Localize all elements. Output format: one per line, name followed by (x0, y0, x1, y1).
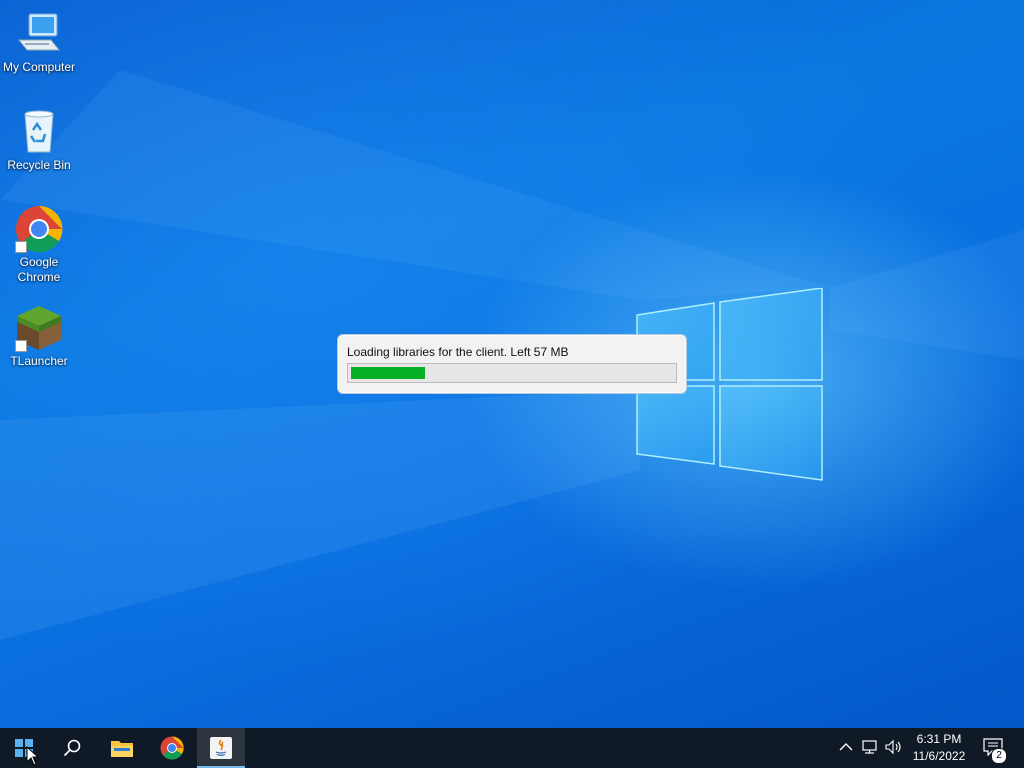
loading-message: Loading libraries for the client. Left 5… (347, 345, 569, 359)
notification-count-badge: 2 (991, 748, 1007, 764)
clock-time: 6:31 PM (916, 732, 962, 746)
shortcut-arrow-icon (15, 340, 27, 352)
desktop-icon-label: Google Chrome (17, 255, 61, 284)
desktop-icon-my-computer[interactable]: My Computer (1, 10, 77, 75)
desktop-icon-recycle-bin[interactable]: Recycle Bin (1, 108, 77, 173)
search-button[interactable] (48, 728, 96, 768)
taskbar-clock[interactable]: 6:31 PM 11/6/2022 (908, 731, 970, 765)
loading-dialog: Loading libraries for the client. Left 5… (337, 334, 687, 394)
desktop-icon-label: Recycle Bin (7, 158, 71, 172)
clock-date: 11/6/2022 (912, 749, 966, 763)
desktop-icon-label: TLauncher (10, 354, 68, 368)
desktop-icon-tlauncher[interactable]: TLauncher (1, 304, 77, 369)
chrome-icon (15, 205, 63, 253)
start-button[interactable] (0, 728, 48, 768)
folder-icon (111, 741, 133, 757)
file-explorer-button[interactable] (98, 728, 146, 768)
chrome-taskbar-button[interactable] (148, 728, 196, 768)
progress-bar-fill (351, 367, 425, 379)
shortcut-arrow-icon (15, 241, 27, 253)
volume-icon[interactable] (885, 738, 903, 756)
tlauncher-icon (15, 304, 63, 352)
mouse-cursor-icon (26, 746, 38, 766)
java-icon (210, 737, 232, 759)
computer-icon (15, 10, 63, 58)
java-taskbar-button[interactable] (197, 728, 245, 768)
network-icon[interactable] (862, 738, 880, 756)
taskbar: 6:31 PM 11/6/2022 (0, 728, 1024, 768)
chrome-icon (160, 736, 184, 760)
show-hidden-icons-chevron-icon[interactable] (837, 738, 855, 756)
desktop: My Computer Recycle Bin Google Chrome TL… (0, 0, 1024, 728)
recycle-bin-icon (15, 108, 63, 156)
desktop-icon-label: My Computer (2, 60, 76, 74)
progress-bar (347, 363, 677, 383)
desktop-icon-google-chrome[interactable]: Google Chrome (1, 205, 77, 285)
search-icon (63, 739, 81, 757)
